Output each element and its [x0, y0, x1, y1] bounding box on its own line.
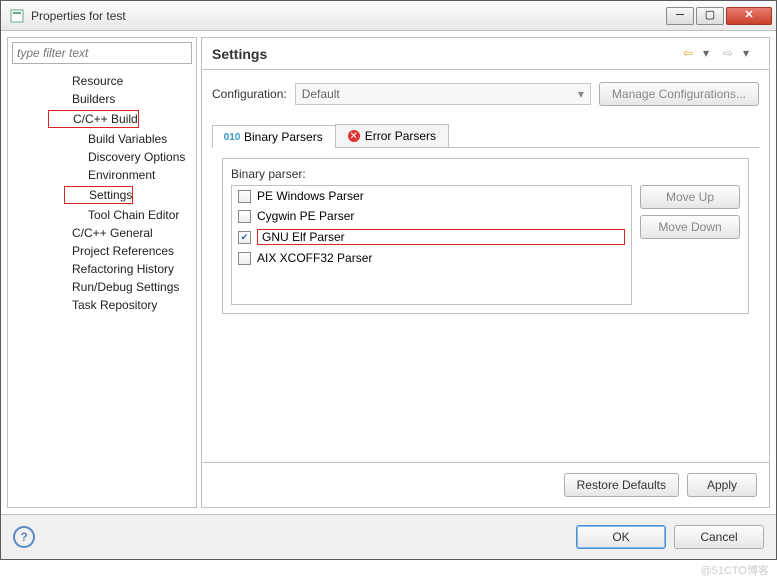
dialog-body: Resource Builders C/C++ Build Build Vari…	[1, 31, 776, 514]
parser-side-buttons: Move Up Move Down	[640, 185, 740, 305]
tab-binary-label: Binary Parsers	[244, 130, 323, 144]
tree-discovery[interactable]: Discovery Options	[64, 148, 185, 166]
parser-item-label: PE Windows Parser	[257, 189, 625, 203]
apply-button[interactable]: Apply	[687, 473, 757, 497]
parser-item[interactable]: ✔ GNU Elf Parser	[232, 226, 631, 248]
config-label: Configuration:	[212, 87, 287, 101]
cancel-button[interactable]: Cancel	[674, 525, 764, 549]
tree-buildvars[interactable]: Build Variables	[64, 130, 167, 148]
page-title: Settings	[212, 46, 679, 62]
parser-list[interactable]: PE Windows Parser Cygwin PE Parser ✔ GNU El…	[231, 185, 632, 305]
left-pane: Resource Builders C/C++ Build Build Vari…	[7, 37, 197, 508]
tab-error-parsers[interactable]: ✕ Error Parsers	[335, 124, 449, 147]
minimize-button[interactable]: ─	[666, 7, 694, 25]
parser-checkbox[interactable]	[238, 190, 251, 203]
app-icon	[9, 8, 25, 24]
manage-config-button[interactable]: Manage Configurations...	[599, 82, 759, 106]
back-menu-icon[interactable]: ▾	[703, 46, 719, 62]
parser-checkbox[interactable]: ✔	[238, 231, 251, 244]
parser-item[interactable]: Cygwin PE Parser	[232, 206, 631, 226]
tree-builders[interactable]: Builders	[48, 90, 115, 108]
tab-binary-parsers[interactable]: 010 Binary Parsers	[212, 125, 336, 148]
restore-defaults-button[interactable]: Restore Defaults	[564, 473, 679, 497]
dialog-window: Properties for test ─ ▢ ✕ Resource Build…	[0, 0, 777, 560]
binary-icon: 010	[225, 130, 239, 144]
move-down-button[interactable]: Move Down	[640, 215, 740, 239]
window-buttons: ─ ▢ ✕	[666, 7, 772, 25]
parser-group-label: Binary parser:	[231, 167, 740, 181]
parser-item-label: Cygwin PE Parser	[257, 209, 625, 223]
back-arrow-icon[interactable]: ⇦	[683, 46, 699, 62]
dialog-footer: ? OK Cancel	[1, 514, 776, 559]
tree-ccgeneral[interactable]: C/C++ General	[48, 224, 153, 242]
parser-item[interactable]: PE Windows Parser	[232, 186, 631, 206]
config-select[interactable]: Default	[295, 83, 591, 105]
page-footer: Restore Defaults Apply	[202, 462, 769, 507]
nav-tree: Resource Builders C/C++ Build Build Vari…	[8, 68, 196, 318]
watermark: @51CTO博客	[701, 562, 769, 578]
config-row: Configuration: Default Manage Configurat…	[202, 70, 769, 118]
parser-checkbox[interactable]	[238, 252, 251, 265]
ok-button[interactable]: OK	[576, 525, 666, 549]
tree-rundebug[interactable]: Run/Debug Settings	[48, 278, 179, 296]
tab-bar: 010 Binary Parsers ✕ Error Parsers	[212, 124, 759, 148]
tabs-area: 010 Binary Parsers ✕ Error Parsers Binar…	[212, 124, 759, 324]
dialog-buttons: OK Cancel	[576, 525, 764, 549]
forward-arrow-icon[interactable]: ⇨	[723, 46, 739, 62]
right-pane: Settings ⇦ ▾ ⇨ ▾ Configuration: Default …	[201, 37, 770, 508]
parser-row: PE Windows Parser Cygwin PE Parser ✔ GNU El…	[231, 185, 740, 305]
forward-menu-icon[interactable]: ▾	[743, 46, 759, 62]
tree-resource[interactable]: Resource	[48, 72, 123, 90]
window-title: Properties for test	[31, 9, 666, 23]
maximize-button[interactable]: ▢	[696, 7, 724, 25]
tree-settings[interactable]: Settings	[64, 186, 133, 204]
parser-checkbox[interactable]	[238, 210, 251, 223]
move-up-button[interactable]: Move Up	[640, 185, 740, 209]
filter-input[interactable]	[12, 42, 192, 64]
parser-group: Binary parser: PE Windows Parser Cygwin P…	[222, 158, 749, 314]
parser-item-label: GNU Elf Parser	[257, 229, 625, 245]
tree-environment[interactable]: Environment	[64, 166, 155, 184]
tree-projectrefs[interactable]: Project References	[48, 242, 174, 260]
titlebar[interactable]: Properties for test ─ ▢ ✕	[1, 1, 776, 31]
tree-refactoring[interactable]: Refactoring History	[48, 260, 174, 278]
tree-taskrepo[interactable]: Task Repository	[48, 296, 157, 314]
tab-error-label: Error Parsers	[365, 129, 436, 143]
tree-ccbuild[interactable]: C/C++ Build	[48, 110, 139, 128]
close-button[interactable]: ✕	[726, 7, 772, 25]
tree-toolchain[interactable]: Tool Chain Editor	[64, 206, 179, 224]
page-header: Settings ⇦ ▾ ⇨ ▾	[202, 38, 769, 70]
error-icon: ✕	[348, 130, 360, 142]
help-icon[interactable]: ?	[13, 526, 35, 548]
parser-item-label: AIX XCOFF32 Parser	[257, 251, 625, 265]
filter-container	[12, 42, 192, 64]
parser-item[interactable]: AIX XCOFF32 Parser	[232, 248, 631, 268]
